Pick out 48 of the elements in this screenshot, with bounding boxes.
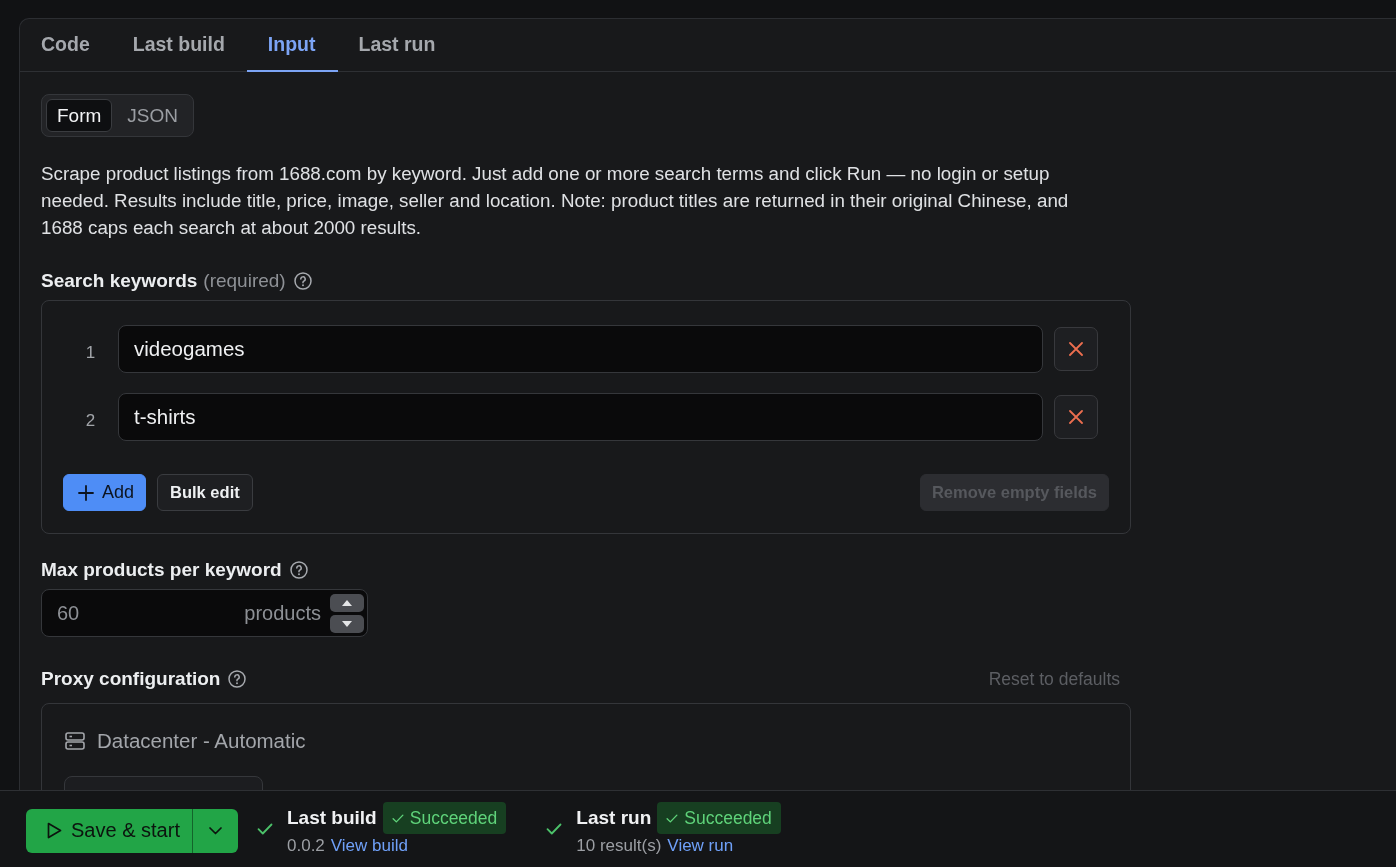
field-label: Proxy configuration bbox=[41, 668, 221, 690]
remove-button[interactable] bbox=[1054, 327, 1098, 371]
toggle-option[interactable]: Form bbox=[46, 99, 113, 132]
status-detail: 10 result(s) bbox=[576, 836, 662, 856]
tab[interactable]: Code bbox=[20, 19, 112, 72]
field-label: Max products per keyword bbox=[41, 559, 282, 581]
save-start-button[interactable]: Save & start bbox=[26, 808, 192, 853]
field-label: Search keywords bbox=[41, 270, 198, 292]
status-badge: Succeeded bbox=[657, 802, 781, 834]
chevron-down-icon bbox=[209, 826, 222, 835]
view-link[interactable]: View build bbox=[330, 836, 408, 856]
close-icon bbox=[1069, 410, 1083, 424]
check-icon bbox=[391, 813, 404, 823]
tab[interactable]: Last build bbox=[111, 19, 247, 72]
server-icon bbox=[65, 732, 85, 750]
check-icon bbox=[546, 823, 563, 835]
view-link[interactable]: View run bbox=[667, 836, 734, 856]
help-icon[interactable] bbox=[293, 272, 312, 290]
keyword-input[interactable]: t-shirts bbox=[118, 393, 1043, 441]
keyword-input[interactable]: videogames bbox=[118, 325, 1043, 373]
close-icon bbox=[1069, 342, 1083, 356]
row-number: 1 bbox=[84, 342, 97, 363]
status-title: Last run bbox=[576, 807, 652, 829]
remove-button[interactable] bbox=[1054, 395, 1098, 439]
play-icon bbox=[47, 822, 62, 839]
required-hint: (required) bbox=[203, 270, 286, 292]
check-icon bbox=[257, 823, 273, 835]
help-icon[interactable] bbox=[228, 670, 247, 688]
bulk-edit-button[interactable]: Bulk edit bbox=[157, 474, 253, 511]
status-badge: Succeeded bbox=[382, 802, 507, 834]
tab[interactable]: Last run bbox=[337, 19, 458, 72]
toggle-option[interactable]: JSON bbox=[116, 99, 189, 132]
decrement-button[interactable] bbox=[330, 615, 364, 633]
help-icon[interactable] bbox=[289, 561, 308, 579]
increment-button[interactable] bbox=[330, 594, 364, 612]
caret-down-icon bbox=[342, 621, 352, 627]
add-button[interactable]: Add bbox=[63, 474, 147, 511]
proxy-option-label: Datacenter - Automatic bbox=[97, 729, 306, 753]
caret-up-icon bbox=[342, 600, 352, 606]
plus-icon bbox=[78, 484, 94, 501]
status-title: Last build bbox=[287, 807, 377, 829]
unit-label: products bbox=[244, 602, 321, 625]
dropdown-button[interactable] bbox=[192, 808, 238, 853]
status-detail: 0.0.2 bbox=[287, 836, 325, 856]
row-number: 2 bbox=[84, 410, 97, 431]
description-text: Scrape product listings from 1688.com by keyword. Just add one or more search terms and click Run — no login or setup needed. Results include title, price, image, seller and location. Note: product titles are returned in their original Chinese, and 1688 caps each search at about 2000 results. bbox=[41, 162, 1070, 240]
tab[interactable]: Input bbox=[246, 19, 338, 72]
check-icon bbox=[666, 813, 679, 823]
